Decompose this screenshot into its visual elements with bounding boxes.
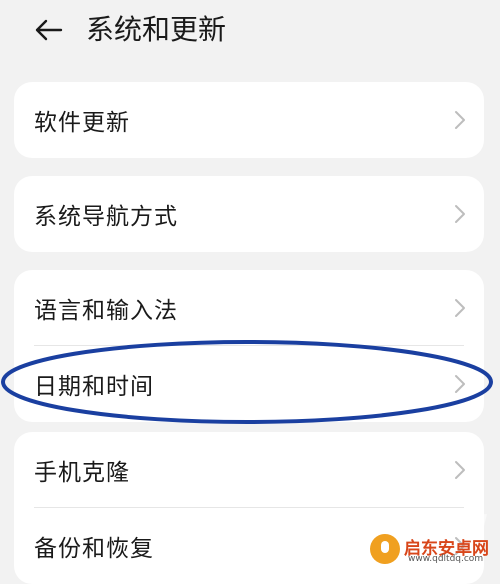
arrow-left-icon <box>35 19 63 41</box>
page-title: 系统和更新 <box>86 13 227 46</box>
menu-item-label: 日期和时间 <box>34 374 154 400</box>
menu-item-date-time[interactable]: 日期和时间 <box>14 346 484 422</box>
chevron-right-icon <box>455 111 465 129</box>
watermark: MiNi手机网 启东安卓网 www.qdltdq.com <box>326 500 500 568</box>
back-button[interactable] <box>28 10 68 50</box>
menu-item-phone-clone[interactable]: 手机克隆 <box>14 432 484 508</box>
menu-item-language-input[interactable]: 语言和输入法 <box>14 270 484 346</box>
header: 系统和更新 <box>0 0 500 62</box>
menu-item-label: 系统导航方式 <box>34 204 178 230</box>
menu-item-label: 备份和恢复 <box>34 536 154 562</box>
menu-item-label: 语言和输入法 <box>34 298 178 324</box>
chevron-right-icon <box>455 375 465 393</box>
settings-card-update: 软件更新 <box>14 82 484 158</box>
chevron-right-icon <box>455 461 465 479</box>
chevron-right-icon <box>455 299 465 317</box>
menu-item-label: 软件更新 <box>34 110 130 136</box>
menu-item-software-update[interactable]: 软件更新 <box>14 82 484 158</box>
settings-card-language-date: 语言和输入法 日期和时间 <box>14 270 484 422</box>
settings-card-navigation: 系统导航方式 <box>14 176 484 252</box>
brand-logo-icon <box>370 534 400 564</box>
watermark-url: www.qdltdq.com <box>408 554 484 564</box>
chevron-right-icon <box>455 205 465 223</box>
menu-item-label: 手机克隆 <box>34 460 130 486</box>
menu-item-system-navigation[interactable]: 系统导航方式 <box>14 176 484 252</box>
